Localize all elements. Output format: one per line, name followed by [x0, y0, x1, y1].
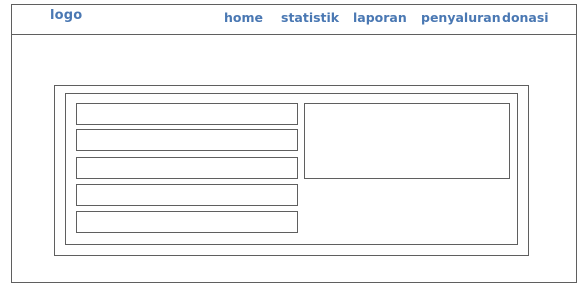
form-field-3[interactable]: [76, 157, 298, 179]
nav-laporan[interactable]: laporan: [353, 10, 407, 25]
image-placeholder: [304, 103, 510, 179]
form-field-2[interactable]: [76, 129, 298, 151]
header-divider: [11, 34, 577, 35]
form-field-5[interactable]: [76, 211, 298, 233]
form-field-1[interactable]: [76, 103, 298, 125]
nav-donasi[interactable]: donasi: [502, 10, 549, 25]
nav-penyaluran[interactable]: penyaluran: [421, 10, 501, 25]
form-field-4[interactable]: [76, 184, 298, 206]
site-logo[interactable]: logo: [50, 8, 82, 23]
nav-statistik[interactable]: statistik: [281, 10, 339, 25]
nav-home[interactable]: home: [224, 10, 263, 25]
